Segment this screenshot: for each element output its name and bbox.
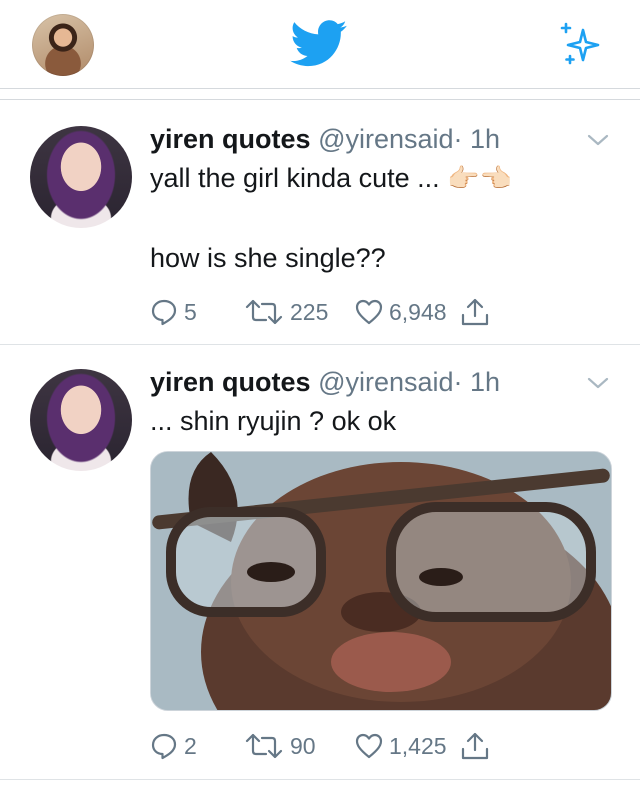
retweet-count: 90 <box>290 732 316 759</box>
tweet-card[interactable]: yiren quotes @yirensaid· 1h ... shin ryu… <box>0 345 640 780</box>
display-name: yiren quotes <box>150 367 311 397</box>
tweet-time: · 1h <box>453 124 501 154</box>
man-with-glasses-photo <box>151 452 611 710</box>
retweet-icon <box>245 733 283 759</box>
like-button[interactable]: 6,948 <box>355 295 447 329</box>
sparkle-icon[interactable] <box>556 20 604 68</box>
tweet-text: yall the girl kinda cute ... <box>150 163 440 193</box>
tweet-card[interactable]: yiren quotes @yirensaid· 1h yall the gir… <box>0 100 640 345</box>
heart-icon <box>355 299 383 325</box>
share-button[interactable] <box>460 295 490 329</box>
tweet-avatar[interactable] <box>30 369 132 471</box>
tweet-text: ... shin ryujin ? ok ok <box>150 406 397 436</box>
reply-count: 5 <box>184 298 197 325</box>
reply-button[interactable]: 2 <box>150 729 197 763</box>
retweet-icon <box>245 299 283 325</box>
retweet-button[interactable]: 225 <box>244 295 328 329</box>
tweet-text-line: yall the girl kinda cute ... 👉🏻👈🏻 <box>150 163 512 194</box>
tweet-time: · 1h <box>453 367 501 397</box>
profile-avatar[interactable] <box>32 14 94 76</box>
twitter-bird-icon <box>290 20 347 67</box>
like-count: 1,425 <box>389 732 447 759</box>
reply-icon <box>151 733 177 760</box>
tweet-media-image[interactable] <box>150 451 612 711</box>
tweet-text-line-2: how is she single?? <box>150 243 386 273</box>
user-handle: @yirensaid <box>318 367 454 397</box>
share-button[interactable] <box>460 729 490 763</box>
top-bar <box>0 0 640 89</box>
reply-icon <box>151 299 177 326</box>
tweet-author[interactable]: yiren quotes @yirensaid· 1h <box>150 367 500 398</box>
retweet-count: 225 <box>290 298 329 325</box>
reply-button[interactable]: 5 <box>150 295 197 329</box>
pointing-fingers-emoji: 👉🏻👈🏻 <box>447 163 512 193</box>
like-count: 6,948 <box>389 298 447 325</box>
tweet-actions: 2 90 1,425 <box>150 729 500 763</box>
chevron-down-icon[interactable] <box>586 375 610 391</box>
tweet-avatar[interactable] <box>30 126 132 228</box>
tweet-actions: 5 225 6,948 <box>150 295 500 329</box>
share-icon <box>461 732 489 760</box>
tweet-author[interactable]: yiren quotes @yirensaid· 1h <box>150 124 500 155</box>
chevron-down-icon[interactable] <box>586 132 610 148</box>
share-icon <box>461 298 489 326</box>
like-button[interactable]: 1,425 <box>355 729 447 763</box>
user-handle: @yirensaid <box>318 124 454 154</box>
display-name: yiren quotes <box>150 124 311 154</box>
heart-icon <box>355 733 383 759</box>
reply-count: 2 <box>184 732 197 759</box>
retweet-button[interactable]: 90 <box>244 729 316 763</box>
